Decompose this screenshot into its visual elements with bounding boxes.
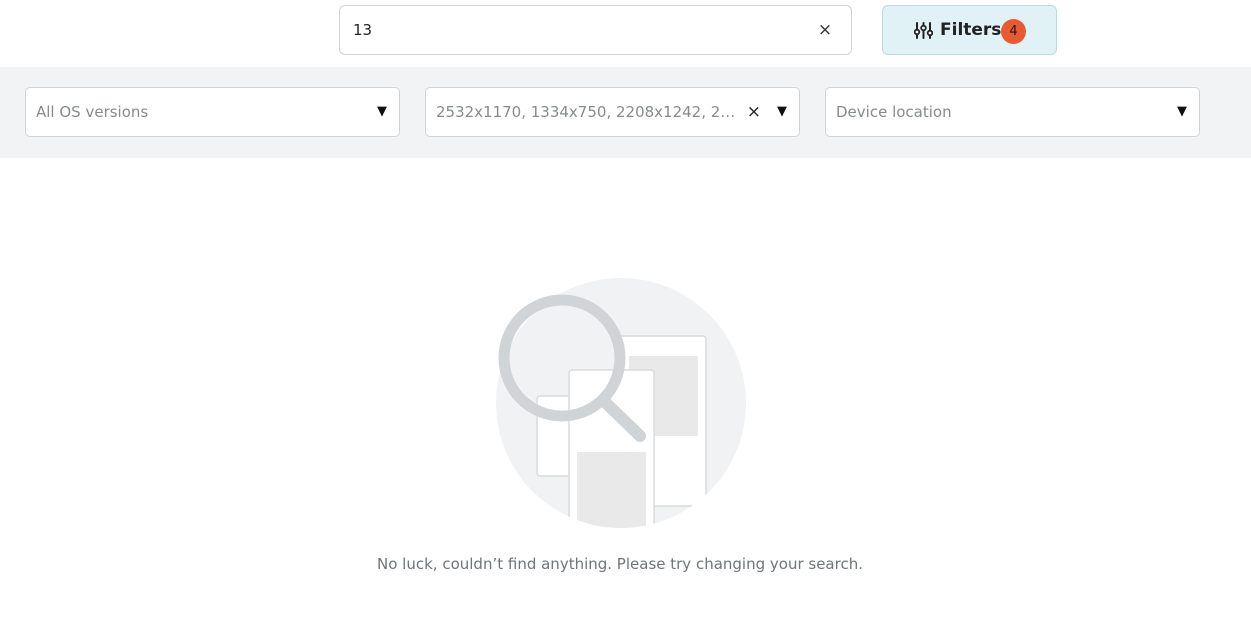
- search-clear-icon[interactable]: ×: [815, 19, 835, 41]
- device-location-placeholder: Device location: [836, 103, 952, 121]
- chevron-down-icon[interactable]: ▼: [377, 103, 387, 121]
- empty-state-message: No luck, couldn’t find anything. Please …: [377, 555, 863, 573]
- chevron-down-icon[interactable]: ▼: [1177, 103, 1187, 121]
- top-bar: × Filters 4: [0, 0, 1251, 67]
- filter-bar: All OS versions ▼ 2532x1170, 1334x750, 2…: [0, 67, 1251, 158]
- resolution-selected-value: 2532x1170, 1334x750, 2208x1242, 2436x112…: [436, 103, 736, 121]
- sliders-icon: [914, 22, 933, 39]
- device-location-select[interactable]: Device location ▼: [825, 87, 1200, 137]
- filters-count-badge: 4: [1001, 19, 1026, 44]
- resolution-select[interactable]: 2532x1170, 1334x750, 2208x1242, 2436x112…: [425, 87, 800, 137]
- magnifier-documents-icon: [496, 278, 746, 528]
- os-version-select[interactable]: All OS versions ▼: [25, 87, 400, 137]
- search-box[interactable]: ×: [339, 5, 852, 55]
- os-version-placeholder: All OS versions: [36, 103, 149, 121]
- search-input[interactable]: [353, 18, 793, 42]
- clear-icon[interactable]: ×: [747, 101, 761, 123]
- filters-button[interactable]: Filters 4: [882, 5, 1057, 55]
- filters-label: Filters: [940, 20, 1002, 40]
- chevron-down-icon[interactable]: ▼: [777, 103, 787, 121]
